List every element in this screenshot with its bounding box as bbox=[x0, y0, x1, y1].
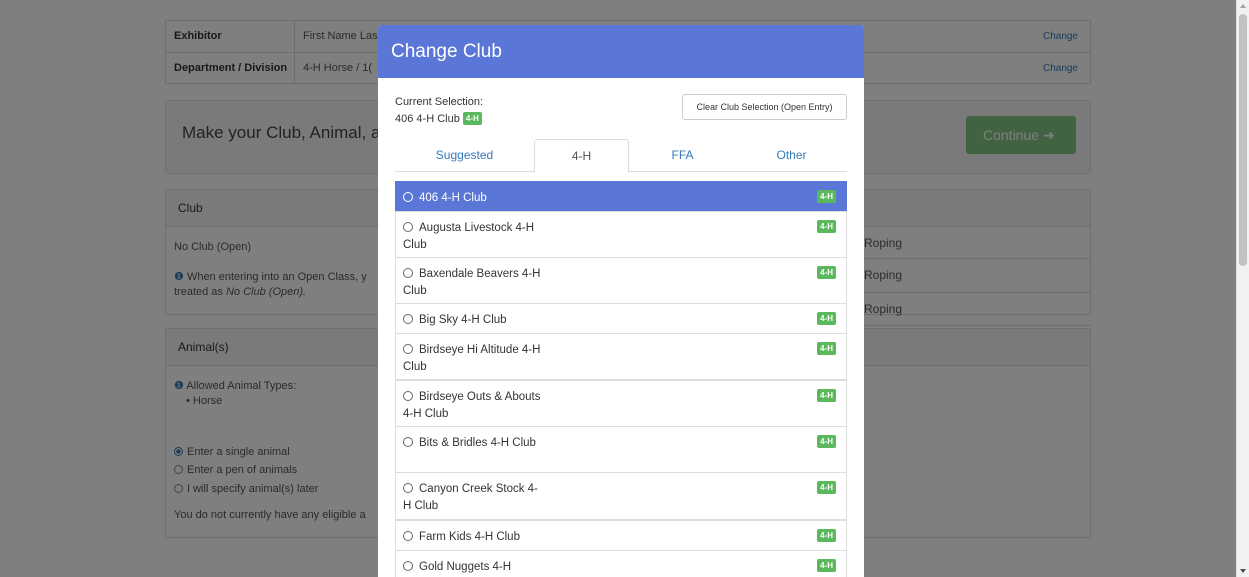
club-list-item[interactable]: 406 4-H Club 4-H bbox=[395, 181, 847, 211]
tab-other[interactable]: Other bbox=[736, 139, 847, 172]
club-type-tabs: Suggested 4-H FFA Other bbox=[395, 139, 847, 173]
tab-ffa[interactable]: FFA bbox=[629, 139, 736, 172]
club-name: Birdseye Outs & Abouts 4-H Club bbox=[403, 391, 541, 420]
tab-suggested[interactable]: Suggested bbox=[395, 139, 534, 172]
4h-badge: 4-H bbox=[817, 220, 836, 233]
club-radio[interactable] bbox=[403, 222, 413, 232]
club-radio[interactable] bbox=[403, 561, 413, 571]
club-name: Bits & Bridles 4-H Club bbox=[419, 437, 536, 449]
modal-header: Change Club bbox=[378, 25, 864, 78]
club-radio[interactable] bbox=[403, 268, 413, 278]
4h-badge: 4-H bbox=[817, 190, 836, 203]
4h-badge: 4-H bbox=[462, 112, 482, 125]
club-name: Augusta Livestock 4-H Club bbox=[403, 222, 535, 251]
club-list-item[interactable]: Canyon Creek Stock 4-H Club 4-H bbox=[395, 472, 847, 520]
club-name: Gold Nuggets 4-H bbox=[419, 561, 512, 573]
4h-badge: 4-H bbox=[817, 559, 836, 572]
4h-badge: 4-H bbox=[817, 312, 836, 325]
club-radio[interactable] bbox=[403, 314, 413, 324]
4h-badge: 4-H bbox=[817, 389, 836, 402]
scroll-down-arrow-icon[interactable] bbox=[1240, 569, 1246, 573]
club-list-item[interactable]: Farm Kids 4-H Club 4-H bbox=[395, 520, 847, 551]
club-list-item[interactable]: Birdseye Outs & Abouts 4-H Club 4-H bbox=[395, 380, 847, 427]
club-name: Big Sky 4-H Club bbox=[419, 314, 507, 326]
club-name: Birdseye Hi Altitude 4-H Club bbox=[403, 344, 541, 373]
club-radio[interactable] bbox=[403, 437, 413, 447]
4h-badge: 4-H bbox=[817, 435, 836, 448]
club-radio[interactable] bbox=[403, 391, 413, 401]
4h-badge: 4-H bbox=[817, 481, 836, 494]
modal-title: Change Club bbox=[391, 41, 502, 62]
tab-4h[interactable]: 4-H bbox=[534, 139, 629, 173]
club-list-item[interactable]: Baxendale Beavers 4-H Club 4-H bbox=[395, 257, 847, 304]
4h-badge: 4-H bbox=[817, 266, 836, 279]
club-name: 406 4-H Club bbox=[419, 192, 487, 204]
club-radio[interactable] bbox=[403, 483, 413, 493]
club-list-item[interactable]: Birdseye Hi Altitude 4-H Club 4-H bbox=[395, 333, 847, 380]
club-list-item[interactable]: Augusta Livestock 4-H Club 4-H bbox=[395, 211, 847, 258]
club-name: Baxendale Beavers 4-H Club bbox=[403, 268, 541, 297]
club-list-item[interactable]: Bits & Bridles 4-H Club 4-H bbox=[395, 426, 847, 473]
club-radio[interactable] bbox=[403, 531, 413, 541]
4h-badge: 4-H bbox=[817, 342, 836, 355]
club-radio[interactable] bbox=[403, 192, 413, 202]
scroll-up-arrow-icon[interactable] bbox=[1240, 4, 1246, 8]
page-scrollbar[interactable] bbox=[1236, 0, 1249, 577]
change-club-modal: Change Club Current Selection: 406 4-H C… bbox=[378, 25, 864, 577]
club-name: Canyon Creek Stock 4-H Club bbox=[403, 483, 538, 512]
current-selection-value: 406 4-H Club 4-H bbox=[395, 112, 482, 125]
club-name: Farm Kids 4-H Club bbox=[419, 531, 520, 543]
4h-badge: 4-H bbox=[817, 529, 836, 542]
scroll-thumb[interactable] bbox=[1239, 14, 1247, 266]
club-list-item[interactable]: Big Sky 4-H Club 4-H bbox=[395, 303, 847, 334]
club-list-item[interactable]: Gold Nuggets 4-H 4-H bbox=[395, 550, 847, 577]
current-selection-label: Current Selection: bbox=[395, 96, 484, 108]
clear-club-selection-button[interactable]: Clear Club Selection (Open Entry) bbox=[682, 94, 847, 120]
club-radio[interactable] bbox=[403, 344, 413, 354]
